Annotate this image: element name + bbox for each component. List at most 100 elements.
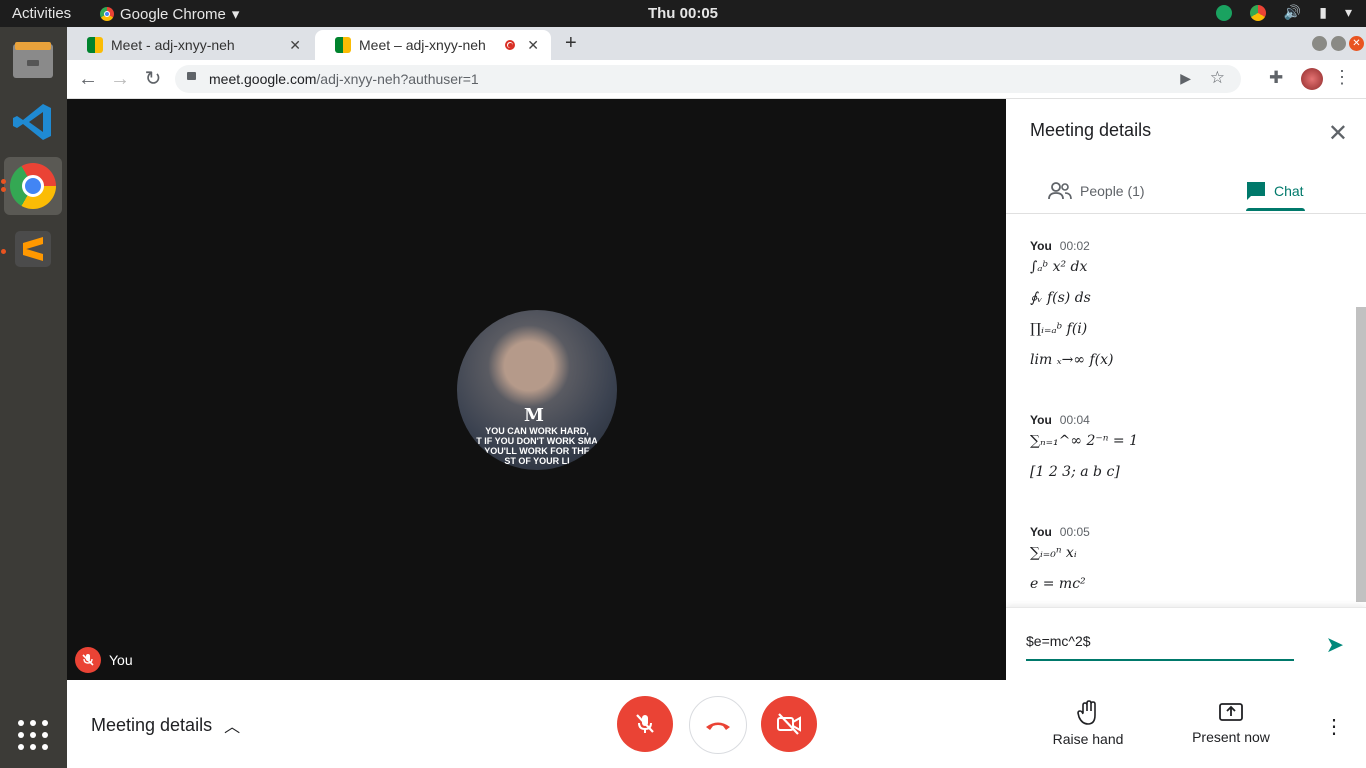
video-stage: M YOU CAN WORK HARD, T IF YOU DON'T WORK… [67, 99, 1006, 680]
meet-favicon-icon [335, 37, 351, 53]
hang-up-icon [706, 722, 730, 730]
participant-avatar: M YOU CAN WORK HARD, T IF YOU DON'T WORK… [457, 310, 617, 470]
self-tile-label: You [75, 647, 133, 673]
self-name: You [109, 652, 133, 668]
active-tab-indicator [1246, 208, 1305, 211]
more-options-icon[interactable]: ⋮ [1324, 714, 1344, 739]
avatar-quote: YOU CAN WORK HARD, T IF YOU DON'T WORK S… [476, 426, 598, 466]
tab-title: Meet - adj-xnyy-neh [111, 37, 235, 53]
running-indicator [1, 179, 6, 184]
tab-chat-label: Chat [1274, 183, 1304, 199]
reload-button[interactable]: ↻ [142, 68, 164, 90]
bookmark-star-icon[interactable]: ☆ [1210, 68, 1225, 88]
sublime-text-icon [15, 231, 51, 267]
tab-close-icon[interactable]: ✕ [289, 37, 301, 54]
chat-message: You 00:04 ∑ₙ₌₁^∞ 2⁻ⁿ = 1 [1 2 3; a b c] [1030, 413, 1330, 495]
tab-people[interactable]: People (1) [1048, 169, 1145, 213]
message-line: ∑ᵢ₌₀ⁿ xᵢ [1030, 545, 1077, 561]
message-line: ∮ᵥ f(s) ds [1030, 290, 1091, 306]
volume-icon[interactable]: 🔊 [1284, 4, 1301, 21]
new-tab-button[interactable]: + [565, 32, 577, 55]
tab-strip: Meet - adj-xnyy-neh ✕ Meet – adj-xnyy-ne… [67, 27, 1366, 60]
clock[interactable]: Thu 00:05 [648, 5, 718, 22]
chrome-menu-icon[interactable]: ⋮ [1333, 67, 1351, 88]
chat-scrollbar[interactable] [1356, 307, 1366, 602]
mic-toggle-button[interactable] [617, 696, 673, 752]
lock-icon[interactable] [187, 72, 196, 80]
send-icon[interactable]: ➤ [1326, 632, 1344, 658]
tab-people-label: People (1) [1080, 183, 1145, 199]
meeting-controls-bar: Meeting details ︿ Raise hand Present now… [67, 680, 1366, 768]
present-screen-icon [1219, 703, 1243, 721]
leave-call-button[interactable] [689, 696, 747, 754]
meeting-details-toggle[interactable]: Meeting details ︿ [91, 713, 240, 737]
chat-icon [1247, 182, 1265, 200]
camera-toggle-button[interactable] [761, 696, 817, 752]
panel-title: Meeting details [1030, 120, 1152, 140]
system-tray[interactable]: 🔊 ▮ ▾ [1215, 4, 1352, 21]
chrome-tray-icon[interactable] [1249, 4, 1266, 21]
forward-button[interactable]: → [109, 68, 131, 90]
profile-avatar[interactable] [1301, 68, 1323, 90]
message-time: 00:02 [1059, 239, 1090, 253]
message-sender: You [1030, 413, 1052, 427]
show-applications-button[interactable] [4, 706, 62, 764]
chat-message: You 00:02 ∫ₐᵇ x² dx ∮ᵥ f(s) ds ∏ᵢ₌ₐᵇ f(i)… [1030, 239, 1330, 383]
running-indicator [1, 249, 6, 254]
meeting-details-panel: Meeting details ✕ People (1) Chat You 00:… [1006, 99, 1366, 681]
maximize-button[interactable] [1331, 36, 1346, 51]
app-menu-label: Google Chrome [120, 5, 226, 23]
system-menu-chevron-icon[interactable]: ▾ [1345, 4, 1352, 21]
meet-favicon-icon [87, 37, 103, 53]
dock-sublime[interactable] [4, 220, 62, 278]
message-line: ∫ₐᵇ x² dx [1030, 259, 1088, 275]
tab-meet-2[interactable]: Meet – adj-xnyy-neh ✕ [315, 30, 551, 60]
dock-chrome[interactable] [4, 157, 62, 215]
chevron-up-icon: ︿ [224, 719, 241, 736]
dock [0, 27, 67, 768]
url-text[interactable]: meet.google.com/adj-xnyy-neh?authuser=1 [209, 71, 479, 87]
mic-off-icon [636, 714, 654, 733]
running-indicator [1, 187, 6, 192]
window-close-button[interactable]: ✕ [1349, 36, 1364, 51]
battery-icon[interactable]: ▮ [1319, 4, 1327, 21]
raise-hand-button[interactable]: Raise hand [1038, 700, 1138, 747]
raise-hand-label: Raise hand [1052, 731, 1124, 747]
message-line: [1 2 3; a b c] [1030, 464, 1120, 480]
chat-message-list[interactable]: You 00:02 ∫ₐᵇ x² dx ∮ᵥ f(s) ds ∏ᵢ₌ₐᵇ f(i)… [1030, 239, 1330, 637]
meeting-details-label: Meeting details [91, 714, 213, 735]
back-button[interactable]: ← [77, 68, 99, 90]
message-line: ∏ᵢ₌ₐᵇ f(i) [1030, 321, 1088, 337]
app-menu[interactable]: Google Chrome ▾ [100, 5, 239, 23]
browser-toolbar: ← → ↻ meet.google.com/adj-xnyy-neh?authu… [67, 60, 1366, 99]
people-icon [1048, 182, 1072, 200]
dock-vscode[interactable] [4, 93, 62, 151]
avatar-logo: M [524, 405, 544, 426]
chrome-icon [100, 7, 114, 21]
apps-grid-icon [18, 720, 48, 750]
chevron-down-icon: ▾ [231, 6, 240, 23]
chat-message: You 00:05 ∑ᵢ₌₀ⁿ xᵢ e = mc² [1030, 525, 1330, 607]
present-now-button[interactable]: Present now [1181, 700, 1281, 745]
message-time: 00:04 [1059, 413, 1090, 427]
tab-chat[interactable]: Chat [1246, 169, 1304, 213]
panel-divider [1006, 213, 1366, 214]
chat-input[interactable]: $e=mc^2$ [1026, 633, 1294, 661]
recording-indicator-icon [505, 40, 515, 50]
dock-files[interactable] [4, 31, 62, 89]
present-now-label: Present now [1192, 729, 1270, 745]
tab-close-icon[interactable]: ✕ [527, 37, 539, 54]
chrome-icon [10, 163, 56, 209]
tab-meet-1[interactable]: Meet - adj-xnyy-neh ✕ [67, 30, 313, 60]
message-line: e = mc² [1030, 576, 1086, 592]
chat-composer: $e=mc^2$ ➤ [1006, 607, 1366, 681]
extensions-icon[interactable]: ✚ [1269, 68, 1283, 88]
activities-button[interactable]: Activities [12, 5, 71, 22]
panel-close-icon[interactable]: ✕ [1328, 119, 1348, 148]
minimize-button[interactable] [1312, 36, 1327, 51]
address-bar[interactable]: meet.google.com/adj-xnyy-neh?authuser=1 … [175, 65, 1241, 93]
vscode-icon [13, 104, 51, 140]
status-dot-icon[interactable] [1215, 4, 1232, 21]
camera-icon[interactable]: ▶ [1180, 70, 1191, 87]
mic-off-icon [75, 647, 101, 673]
